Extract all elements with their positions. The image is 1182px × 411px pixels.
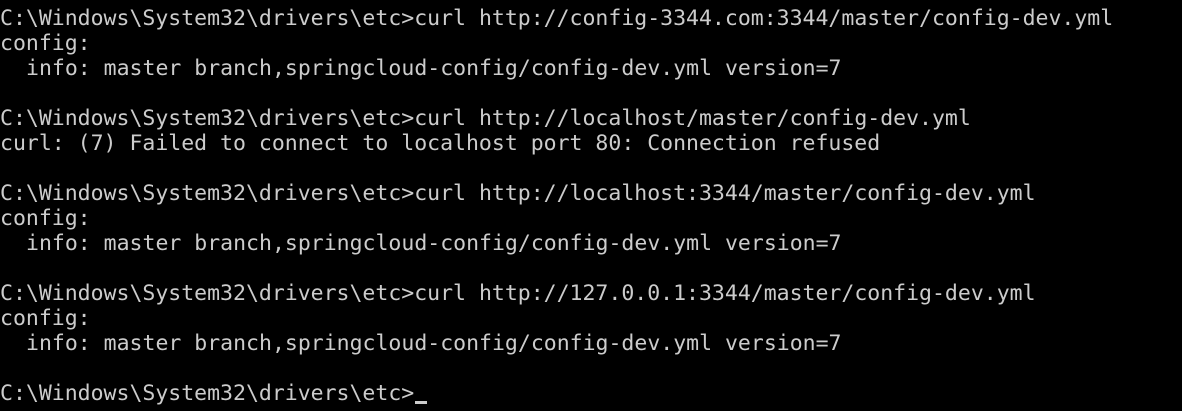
text-cursor bbox=[415, 401, 428, 404]
command-text: curl http://localhost:3344/master/config… bbox=[414, 181, 1036, 206]
command-text: curl http://127.0.0.1:3344/master/config… bbox=[414, 281, 1036, 306]
command-line: C:\Windows\System32\drivers\etc>curl htt… bbox=[0, 106, 1182, 131]
command-line: C:\Windows\System32\drivers\etc>curl htt… bbox=[0, 6, 1182, 31]
prompt: C:\Windows\System32\drivers\etc> bbox=[0, 6, 415, 31]
output-line: info: master branch,springcloud-config/c… bbox=[26, 231, 842, 256]
command-text: curl http://config-3344.com:3344/master/… bbox=[414, 6, 1114, 31]
output-line: config: bbox=[0, 206, 91, 231]
prompt: C:\Windows\System32\drivers\etc> bbox=[0, 181, 415, 206]
error-line: curl: (7) Failed to connect to localhost… bbox=[0, 131, 881, 156]
output-line: config: bbox=[0, 306, 91, 331]
prompt: C:\Windows\System32\drivers\etc> bbox=[0, 106, 415, 131]
output-line: info: master branch,springcloud-config/c… bbox=[26, 56, 842, 81]
prompt: C:\Windows\System32\drivers\etc> bbox=[0, 381, 415, 406]
command-text: curl http://localhost/master/config-dev.… bbox=[414, 106, 971, 131]
active-prompt-line[interactable]: C:\Windows\System32\drivers\etc> bbox=[0, 381, 1182, 406]
output-line: config: bbox=[0, 31, 91, 56]
prompt: C:\Windows\System32\drivers\etc> bbox=[0, 281, 415, 306]
output-line: info: master branch,springcloud-config/c… bbox=[26, 331, 842, 356]
terminal-window[interactable]: C:\Windows\System32\drivers\etc>curl htt… bbox=[0, 0, 1182, 411]
command-line: C:\Windows\System32\drivers\etc>curl htt… bbox=[0, 281, 1182, 306]
command-line: C:\Windows\System32\drivers\etc>curl htt… bbox=[0, 181, 1182, 206]
